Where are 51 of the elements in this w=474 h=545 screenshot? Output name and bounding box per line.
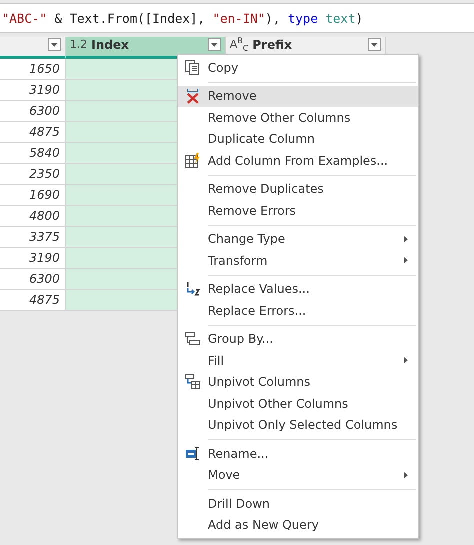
menu-item[interactable]: Replace Values... (178, 278, 418, 300)
copy-icon (185, 60, 201, 76)
table-cell: 4875 (0, 122, 66, 143)
table-cell: 6300 (0, 269, 66, 290)
menu-item[interactable]: Add as New Query (178, 514, 418, 536)
table-cell: 3190 (0, 80, 66, 101)
table-cell: 6300 (0, 101, 66, 122)
dropdown-caret-icon (51, 42, 58, 46)
filter-dropdown[interactable] (208, 38, 221, 51)
table-cell: 5840 (0, 143, 66, 164)
unpivot-icon (185, 374, 201, 390)
formula-bar[interactable]: "ABC-" & Text.From([Index], "en-IN"), type text) (0, 3, 474, 33)
remove-icon (185, 88, 201, 104)
column-name: Index (92, 38, 130, 53)
menu-item[interactable]: Fill (178, 350, 418, 372)
type-label: 1.2 (70, 38, 88, 52)
menu-item[interactable]: Replace Errors... (178, 300, 418, 322)
menu-item[interactable]: Unpivot Only Selected Columns (178, 414, 418, 436)
menu-item[interactable]: Group By... (178, 328, 418, 350)
menu-item[interactable]: Copy (178, 57, 418, 78)
menu-item[interactable]: Remove Errors (178, 200, 418, 222)
menu-item[interactable]: Add Column From Examples... (178, 150, 418, 172)
menu-item[interactable]: Remove Other Columns (178, 107, 418, 128)
menu-item[interactable]: Transform (178, 250, 418, 272)
table-lightning-icon (185, 152, 201, 169)
column-header[interactable]: 1.2 Index (66, 37, 226, 59)
table-cell: 4875 (0, 290, 66, 311)
menu-item[interactable]: Remove Duplicates (178, 178, 418, 200)
replace-icon (185, 281, 201, 298)
filter-dropdown[interactable] (48, 38, 61, 51)
table-cell: 3190 (0, 248, 66, 269)
table-cell: 1650 (0, 59, 66, 80)
column-name: Prefix (252, 38, 294, 53)
filter-dropdown[interactable] (368, 38, 381, 51)
menu-item[interactable]: Change Type (178, 228, 418, 250)
menu-item[interactable]: Duplicate Column (178, 128, 418, 150)
menu-item[interactable]: Rename... (178, 443, 418, 464)
rename-icon (185, 446, 201, 462)
dropdown-caret-icon (371, 42, 378, 46)
table-cell: 1690 (0, 185, 66, 206)
menu-item[interactable]: Move (178, 464, 418, 486)
menu-item[interactable]: Unpivot Columns (178, 372, 418, 393)
menu-item[interactable]: Drill Down (178, 493, 418, 514)
group-icon (185, 331, 201, 348)
table-cell: 2350 (0, 164, 66, 185)
column-header[interactable] (0, 37, 66, 59)
menu-item[interactable]: Remove (178, 86, 418, 107)
menu-item[interactable]: Unpivot Other Columns (178, 393, 418, 414)
table-cell: 3375 (0, 227, 66, 248)
dropdown-caret-icon (211, 42, 218, 46)
table-cell: 4800 (0, 206, 66, 227)
